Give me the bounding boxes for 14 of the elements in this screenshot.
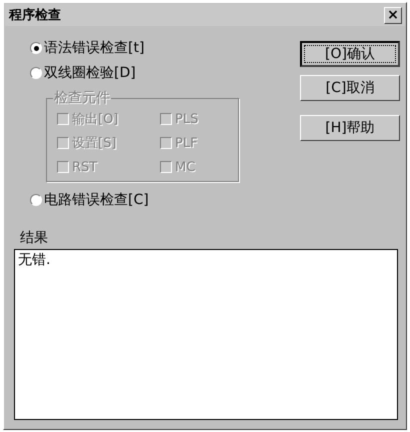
radio-option[interactable]: 语法错误检查[t] [30,37,144,59]
radio-option[interactable]: 双线圈检验[D] [30,62,136,84]
radio-dot-icon[interactable] [30,67,42,79]
radio-dot-icon[interactable] [30,42,42,54]
dialog-button[interactable]: [O]确认 [300,41,400,67]
result-label: 结果 [20,229,49,247]
result-field[interactable]: 无错. [14,249,398,420]
radio-option[interactable]: 电路错误检查[C] [30,189,149,211]
group-title: 检查元件 [53,89,111,107]
dialog-button[interactable]: [C]取消 [300,75,400,101]
radio-dot-icon[interactable] [30,194,42,206]
dialog-button[interactable]: [H]帮助 [300,115,400,141]
close-button[interactable]: × [384,6,402,24]
window-title: 程序检查 [9,6,61,24]
